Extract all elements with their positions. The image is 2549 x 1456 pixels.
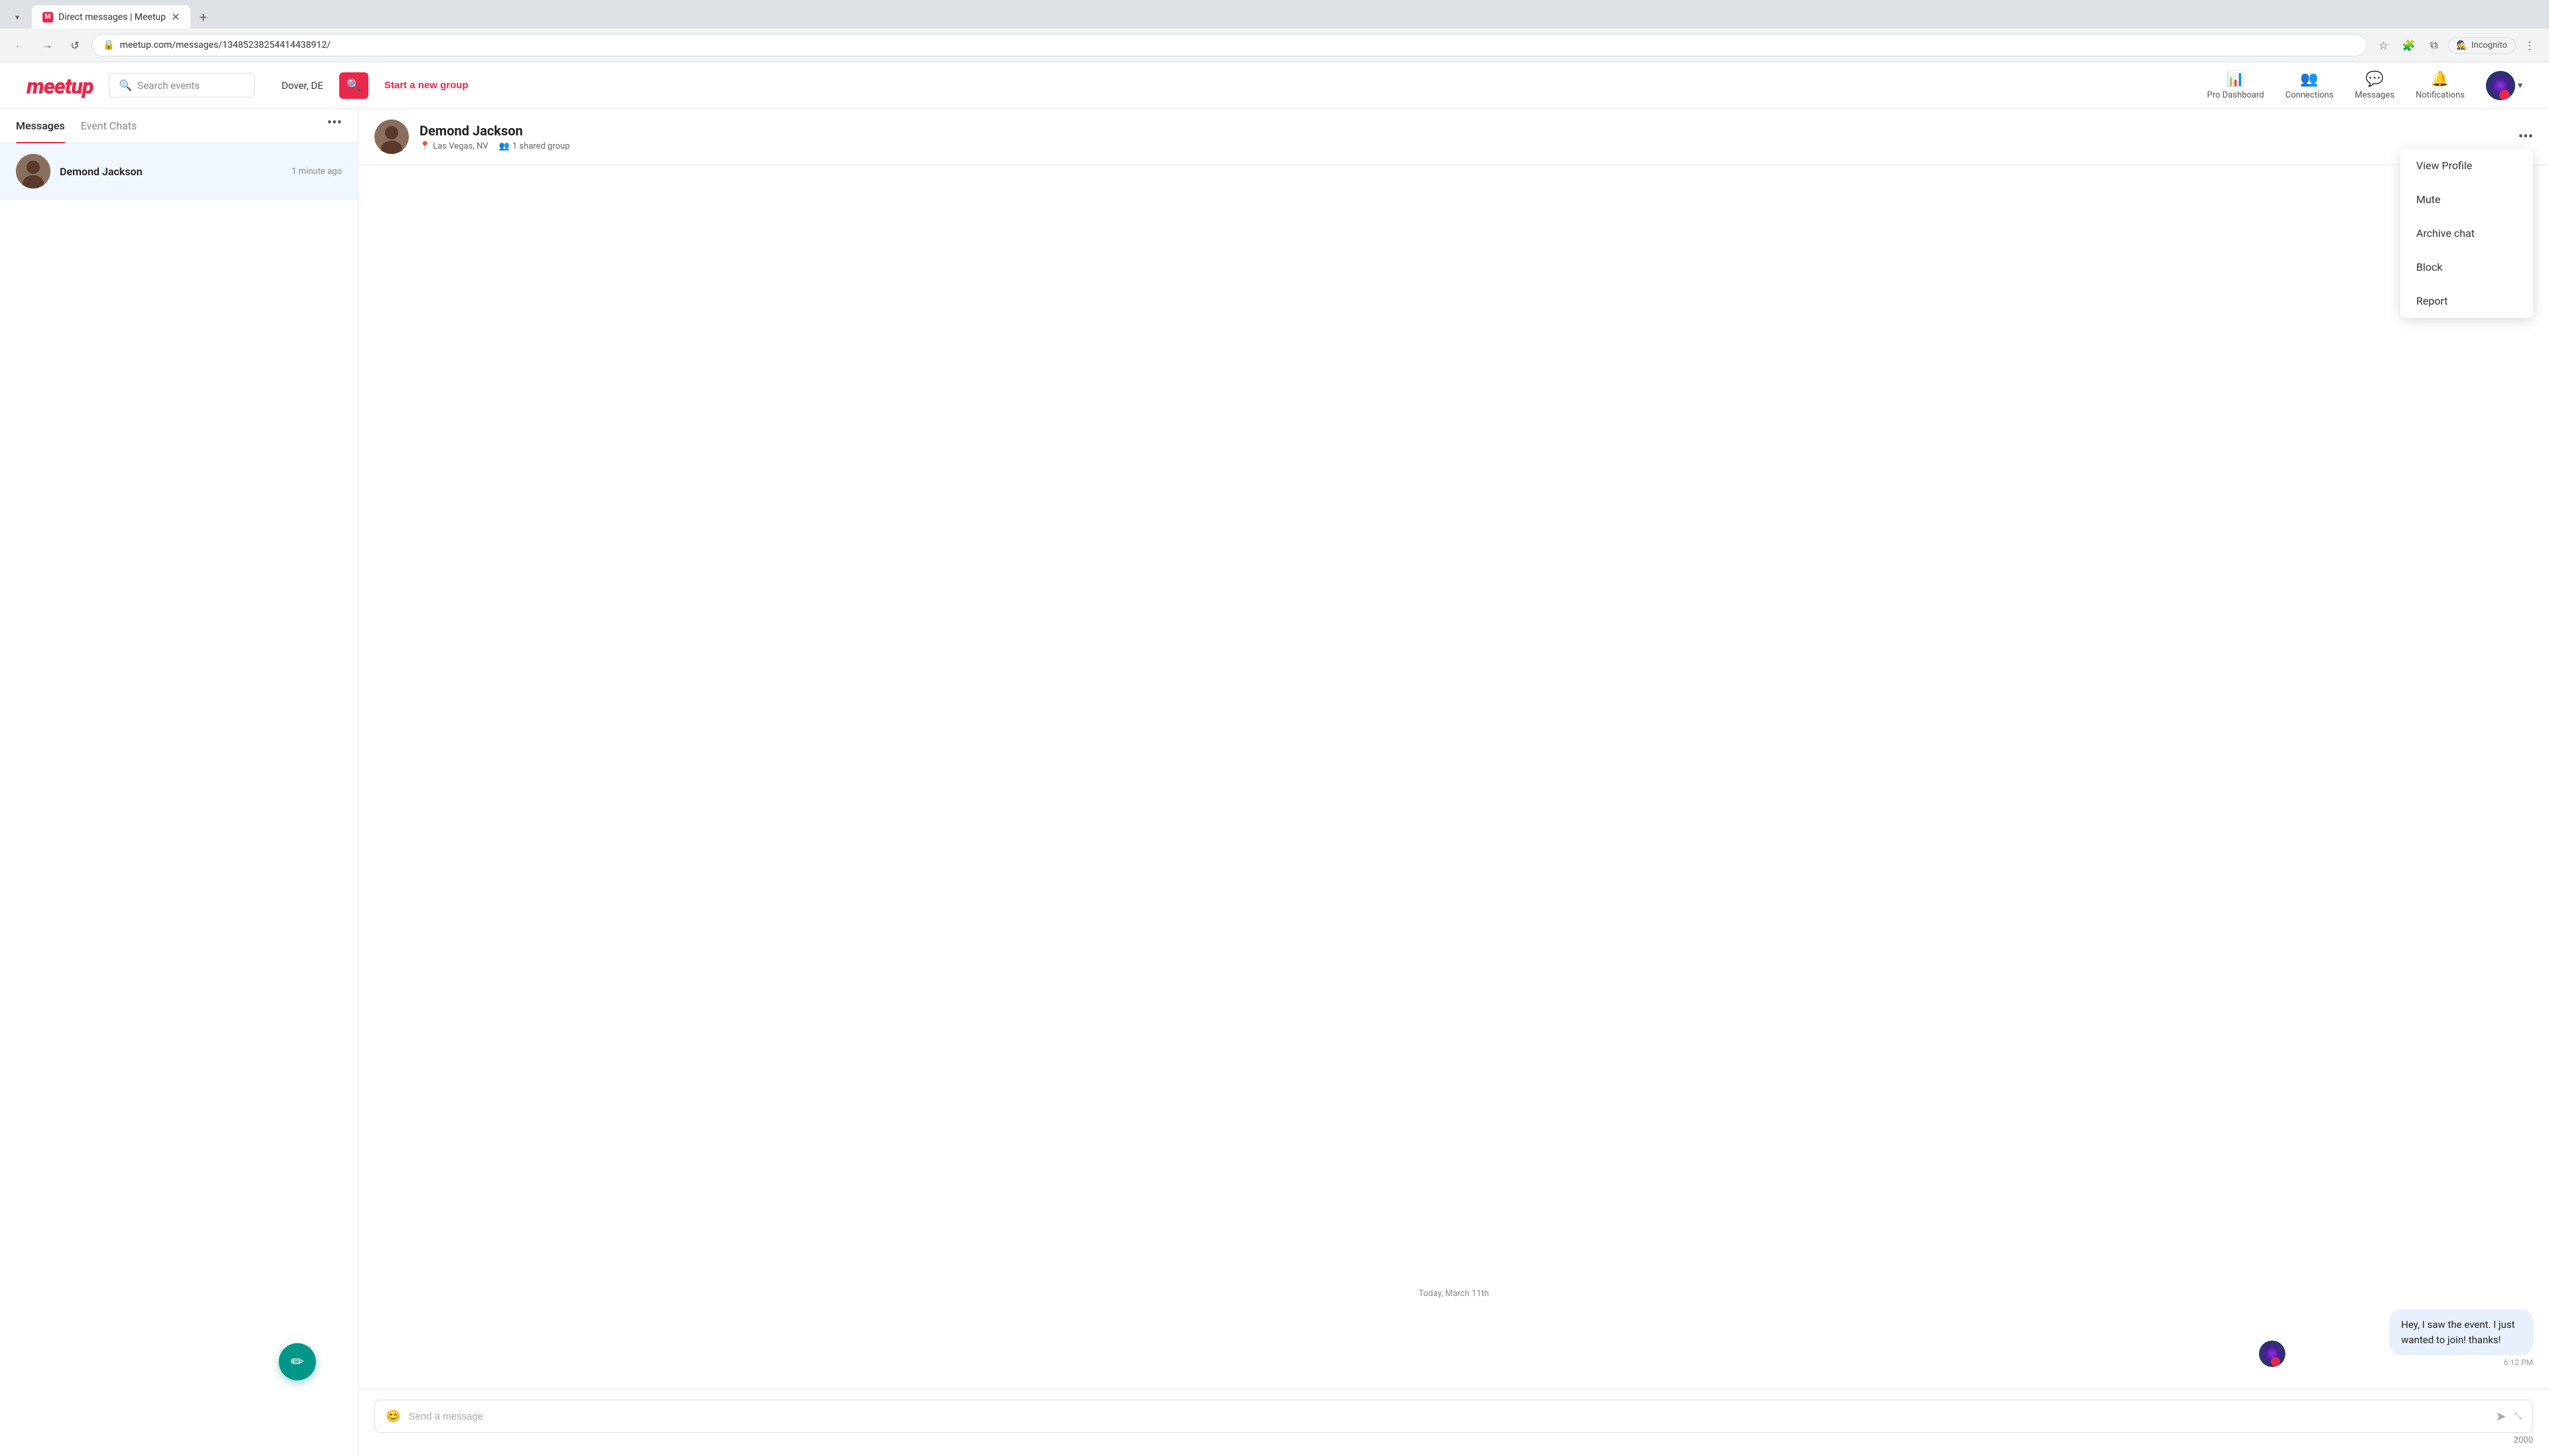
dropdown-mute[interactable]: Mute [2400,182,2533,216]
tab-title: Direct messages | Meetup [58,12,166,23]
browser-chrome: ▾ M Direct messages | Meetup ✕ + ← → ↺ 🔒… [0,0,2549,62]
date-divider: Today, March 11th [374,1289,2533,1299]
chat-input-wrapper: 😊 ➤ ⤡ [374,1400,2533,1433]
message-bubble-container: Hey, I saw the event. I just wanted to j… [2293,1309,2533,1367]
reload-btn[interactable]: ↺ [64,34,86,56]
app-header: meetup 🔍 Search events Dover, DE 🔍 Start… [0,62,2549,109]
active-tab[interactable]: M Direct messages | Meetup ✕ [32,5,191,29]
search-icon: 🔍 [119,79,132,92]
back-btn[interactable]: ← [8,34,31,56]
nav-messages[interactable]: 💬 Messages [2355,71,2394,100]
pro-dashboard-label: Pro Dashboard [2207,90,2264,100]
messages-label: Messages [2355,90,2394,100]
search-bar[interactable]: 🔍 Search events [109,73,255,98]
logo[interactable]: meetup [27,72,93,100]
message-list: Demond Jackson 1 minute ago [0,143,358,1456]
tab-event-chats[interactable]: Event Chats [81,109,137,143]
notifications-label: Notifications [2416,90,2465,100]
split-btn[interactable]: ⧉ [2423,34,2445,56]
secure-icon: 🔒 [103,40,114,50]
notifications-icon: 🔔 [2431,71,2449,88]
location-meta: 📍 Las Vegas, NV [420,141,489,151]
avatar-placeholder [16,154,50,188]
search-btn[interactable]: 🔍 [339,72,368,99]
message-bubble: Hey, I saw the event. I just wanted to j… [2389,1309,2533,1355]
message-item[interactable]: Demond Jackson 1 minute ago [0,143,358,200]
sidebar-more-btn[interactable]: ••• [311,115,358,137]
browser-more-btn[interactable]: ⋮ [2518,34,2541,56]
char-limit: 2000 [374,1435,2533,1445]
incognito-label: Incognito [2471,40,2507,50]
tab-list: M Direct messages | Meetup ✕ + [32,5,213,29]
connections-icon: 👥 [2300,71,2318,88]
main-content: Messages Event Chats ••• [0,109,2549,1456]
incognito-badge: 🕵 Incognito [2448,37,2516,54]
forward-btn[interactable]: → [36,34,58,56]
chevron-down-icon: ▾ [2518,80,2522,91]
browser-tabs: ▾ M Direct messages | Meetup ✕ + [0,0,2549,29]
message-avatar [16,154,50,188]
connections-label: Connections [2285,90,2334,100]
dropdown-block[interactable]: Block [2400,250,2533,284]
message-info: Demond Jackson [60,165,282,178]
bookmark-btn[interactable]: ☆ [2372,34,2395,56]
chat-header: Demond Jackson 📍 Las Vegas, NV 👥 1 share… [358,109,2549,165]
address-bar[interactable]: 🔒 meetup.com/messages/134852382544144389… [92,34,2367,56]
pro-dashboard-icon: 📊 [2226,71,2244,88]
header-nav: 📊 Pro Dashboard 👥 Connections 💬 Messages… [2207,71,2522,100]
search-placeholder: Search events [137,80,200,92]
chat-header-meta: 📍 Las Vegas, NV 👥 1 shared group [420,141,2508,151]
nav-connections[interactable]: 👥 Connections [2285,71,2334,100]
chat-contact-avatar [374,119,409,154]
emoji-btn[interactable]: 😊 [386,1410,400,1423]
start-group-btn[interactable]: Start a new group [384,80,469,91]
user-avatar [2486,71,2515,100]
location-pin-icon: 📍 [420,141,430,151]
dropdown-archive-chat[interactable]: Archive chat [2400,216,2533,250]
browser-actions: ☆ 🧩 ⧉ 🕵 Incognito ⋮ [2372,34,2541,56]
incognito-icon: 🕵 [2457,40,2467,50]
message-row: Hey, I saw the event. I just wanted to j… [374,1309,2533,1367]
browser-toolbar: ← → ↺ 🔒 meetup.com/messages/134852382544… [0,29,2549,62]
message-time: 6:12 PM [2504,1358,2533,1367]
new-tab-btn[interactable]: + [193,7,213,27]
chat-header-info: Demond Jackson 📍 Las Vegas, NV 👥 1 share… [420,123,2508,151]
message-time: 1 minute ago [291,167,342,177]
extensions-btn[interactable]: 🧩 [2398,34,2420,56]
messages-icon: 💬 [2366,71,2384,88]
message-input[interactable] [408,1411,2487,1422]
group-icon: 👥 [499,141,510,151]
sidebar-tabs-row: Messages Event Chats ••• [0,109,358,143]
tab-messages[interactable]: Messages [16,109,65,143]
dropdown-view-profile[interactable]: View Profile [2400,149,2533,182]
chat-contact-name: Demond Jackson [420,123,2508,139]
nav-pro-dashboard[interactable]: 📊 Pro Dashboard [2207,71,2264,100]
shared-groups-meta: 👥 1 shared group [499,141,570,151]
dropdown-menu: View Profile Mute Archive chat Block Rep… [2400,149,2533,318]
dropdown-report[interactable]: Report [2400,284,2533,318]
location-display[interactable]: Dover, DE [281,80,323,92]
nav-notifications[interactable]: 🔔 Notifications [2416,71,2465,100]
url-text: meetup.com/messages/13485238254414438912… [119,40,331,50]
tab-prev-btn[interactable]: ▾ [8,8,27,27]
send-btn[interactable]: ➤ [2495,1408,2507,1424]
message-name: Demond Jackson [60,165,282,178]
chat-more-btn[interactable]: ••• [2518,129,2533,145]
compose-btn[interactable]: ✏ [279,1343,316,1380]
sidebar-tabs-inner: Messages Event Chats [0,109,311,143]
sidebar: Messages Event Chats ••• [0,109,358,1456]
sender-avatar [2259,1341,2285,1367]
tab-close-btn[interactable]: ✕ [171,11,180,23]
resize-icon: ⤡ [2514,1411,2522,1421]
user-avatar-dropdown[interactable]: ▾ [2486,71,2522,100]
tab-favicon: M [42,12,53,23]
chat-input-area: 😊 ➤ ⤡ 2000 [358,1388,2549,1456]
chat-messages: Today, March 11th Hey, I saw the event. … [358,165,2549,1388]
chat-area: Demond Jackson 📍 Las Vegas, NV 👥 1 share… [358,109,2549,1456]
